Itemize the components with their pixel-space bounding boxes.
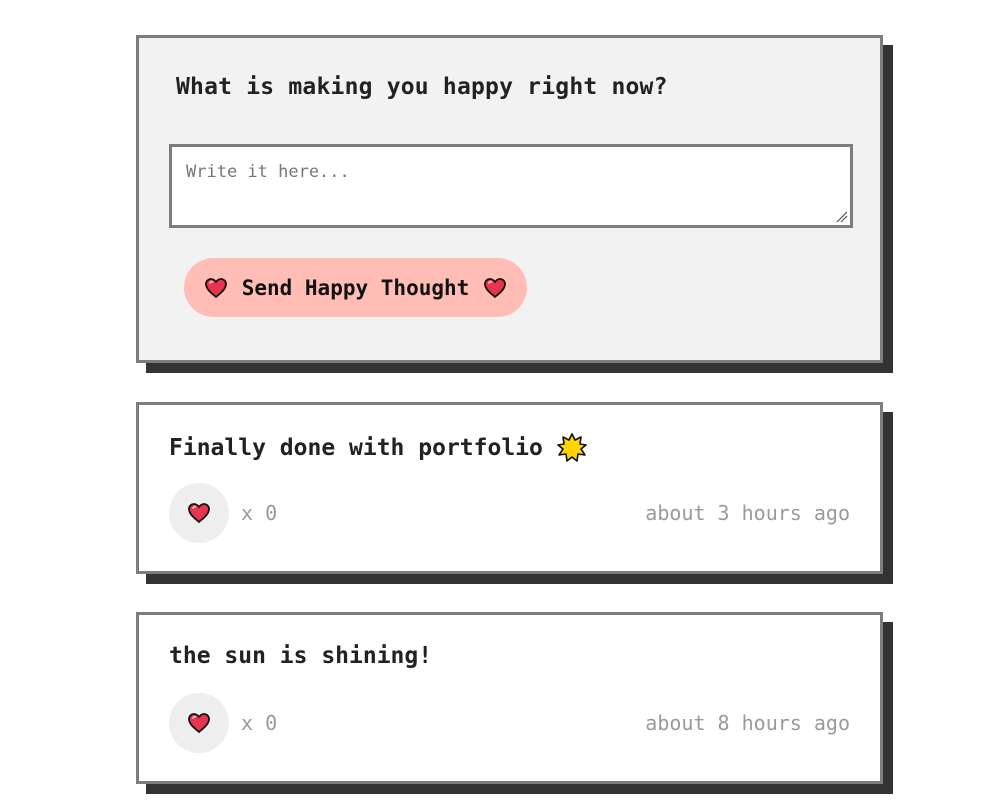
like-button[interactable] — [169, 483, 229, 543]
thought-message-line: the sun is shining! — [169, 643, 432, 669]
like-row: x 0 about 8 hours ago — [169, 693, 850, 753]
like-count: x 0 — [241, 501, 278, 525]
thought-card: the sun is shining! x 0 about 8 hours ag… — [136, 612, 883, 784]
like-row: x 0 about 3 hours ago — [169, 483, 850, 543]
like-button[interactable] — [169, 693, 229, 753]
thought-message: Finally done with portfolio — [169, 435, 543, 461]
happy-thought-form: What is making you happy right now? Send… — [136, 35, 883, 363]
thought-message-line: Finally done with portfolio — [169, 433, 587, 463]
form-title: What is making you happy right now? — [176, 74, 668, 100]
heart-icon — [187, 712, 211, 734]
send-button-label: Send Happy Thought — [241, 275, 470, 300]
thought-timestamp: about 3 hours ago — [645, 501, 850, 525]
thought-input[interactable] — [172, 147, 850, 225]
heart-icon — [187, 502, 211, 524]
sun-icon — [557, 433, 587, 463]
like-count: x 0 — [241, 711, 278, 735]
thought-message: the sun is shining! — [169, 643, 433, 669]
heart-icon — [483, 277, 507, 299]
thought-card: Finally done with portfolio x 0 about 3 … — [136, 402, 883, 574]
heart-icon — [204, 277, 228, 299]
textarea-resize-handle-icon[interactable] — [836, 211, 848, 223]
send-happy-thought-button[interactable]: Send Happy Thought — [184, 258, 527, 317]
thought-textarea-wrapper — [169, 144, 853, 228]
thought-timestamp: about 8 hours ago — [645, 711, 850, 735]
happy-thoughts-app: What is making you happy right now? Send… — [0, 0, 1002, 800]
